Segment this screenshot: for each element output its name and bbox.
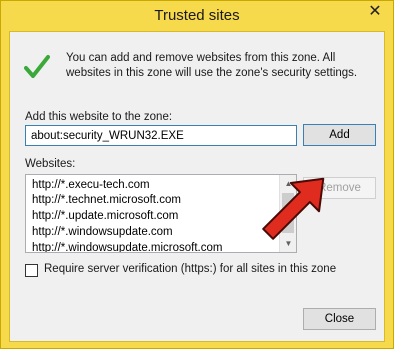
- trusted-sites-dialog: Trusted sites ✕ You can add and remove w…: [0, 0, 394, 349]
- websites-label: Websites:: [25, 158, 76, 170]
- window-close-button[interactable]: ✕: [363, 2, 387, 22]
- add-button[interactable]: Add: [303, 124, 376, 146]
- require-verification-checkbox[interactable]: [25, 264, 38, 277]
- red-arrow-annotation-icon: [262, 177, 325, 240]
- info-text: You can add and remove websites from thi…: [66, 52, 358, 79]
- list-item[interactable]: http://*.technet.microsoft.com: [32, 194, 181, 206]
- green-checkmark-icon: [24, 55, 50, 78]
- window-title: Trusted sites: [154, 7, 240, 24]
- require-verification-label[interactable]: Require server verification (https:) for…: [44, 263, 336, 275]
- list-item[interactable]: http://*.execu-tech.com: [32, 179, 150, 191]
- list-item[interactable]: http://*.windowsupdate.com: [32, 226, 173, 238]
- dialog-body: You can add and remove websites from thi…: [9, 31, 385, 342]
- title-bar[interactable]: Trusted sites ✕: [1, 1, 393, 31]
- close-button[interactable]: Close: [303, 308, 376, 330]
- add-website-label: Add this website to the zone:: [25, 111, 173, 123]
- list-item[interactable]: http://*.update.microsoft.com: [32, 210, 178, 222]
- list-item[interactable]: http://*.windowsupdate.microsoft.com: [32, 242, 222, 252]
- website-url-input[interactable]: [25, 125, 297, 146]
